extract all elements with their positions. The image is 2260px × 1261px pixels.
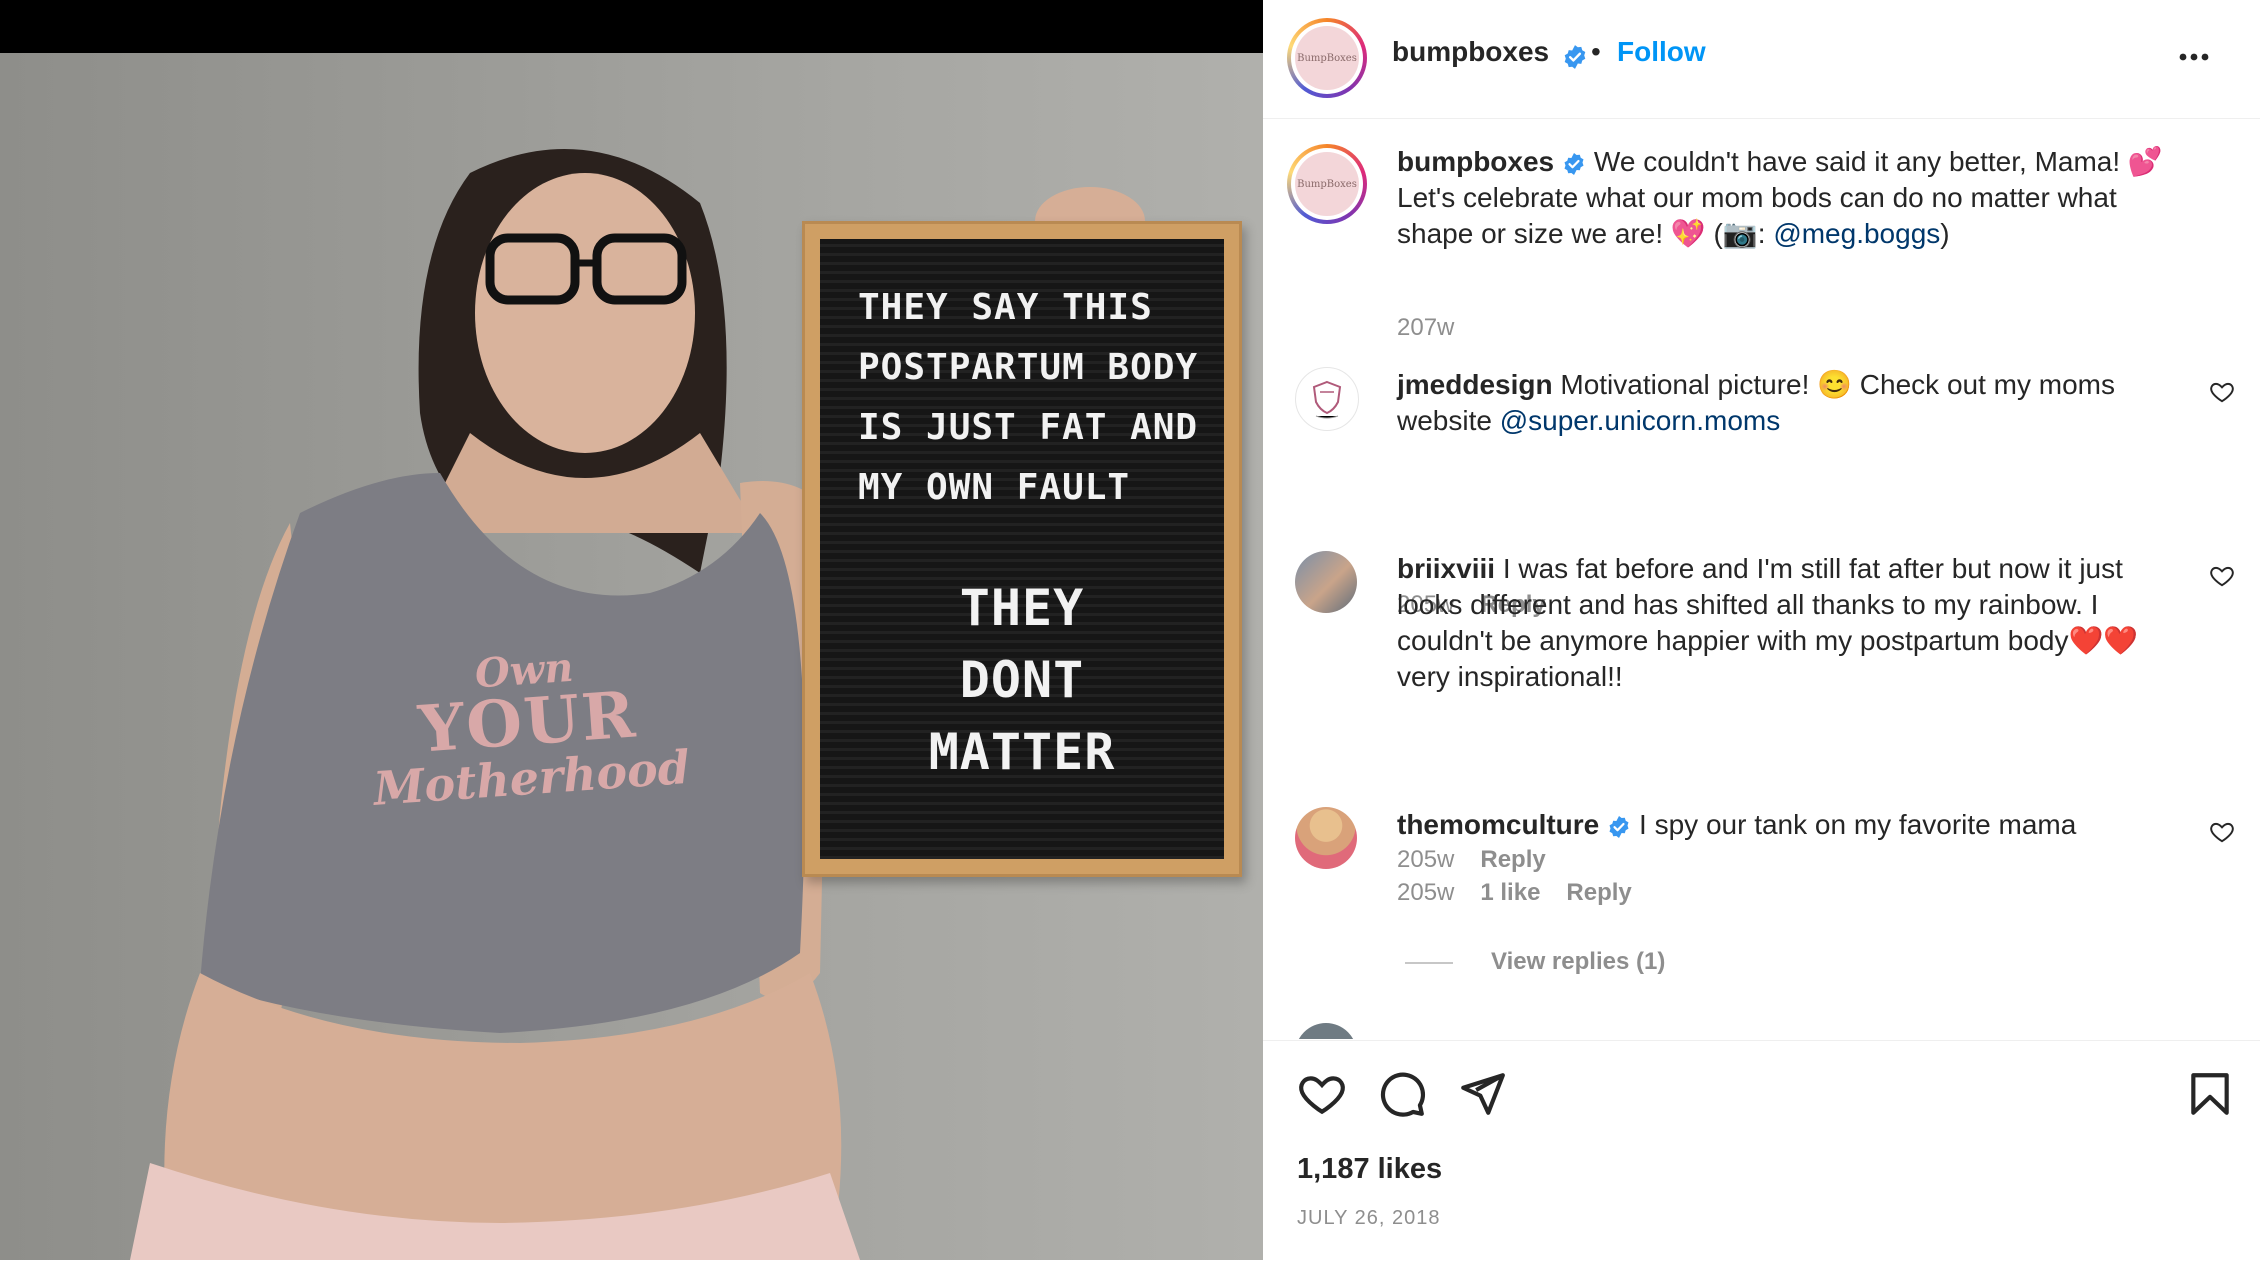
- letterboard-felt: THEY SAY THIS POSTPARTUM BODY IS JUST FA…: [820, 239, 1224, 859]
- commenter-avatar[interactable]: [1295, 551, 1357, 613]
- comment-username[interactable]: briixviii: [1397, 553, 1495, 584]
- view-replies-button[interactable]: View replies (1): [1405, 948, 1665, 976]
- comment-like-heart-icon[interactable]: [2209, 563, 2235, 589]
- comment-item: briixviii I was fat before and I'm still…: [1263, 551, 2260, 751]
- commenter-avatar[interactable]: [1295, 367, 1359, 431]
- comment-item: themomculture I spy our tank on my favor…: [1263, 807, 2260, 927]
- comment-username[interactable]: themomculture: [1397, 809, 1599, 840]
- reply-button[interactable]: Reply: [1566, 879, 1631, 906]
- board-line: MATTER: [928, 723, 1116, 781]
- author-line: bumpboxes: [1392, 36, 1588, 70]
- next-comment-peek: [1295, 1023, 1357, 1039]
- caption-avatar[interactable]: BumpBoxes: [1287, 144, 1367, 224]
- commenter-avatar[interactable]: [1295, 807, 1357, 869]
- comment-like-heart-icon[interactable]: [2209, 379, 2235, 405]
- board-line: MY OWN FAULT: [858, 467, 1131, 508]
- caption: BumpBoxes bumpboxes We couldn't have sai…: [1263, 144, 2260, 344]
- commenter-avatar: [1295, 1023, 1357, 1039]
- more-options-icon[interactable]: [2177, 40, 2211, 74]
- comment-item: jmeddesign Motivational picture! 😊 Check…: [1263, 367, 2260, 527]
- replies-divider: [1405, 961, 1453, 964]
- comment-text: briixviii I was fat before and I'm still…: [1397, 551, 2167, 695]
- comments-list[interactable]: BumpBoxes bumpboxes We couldn't have sai…: [1263, 119, 2260, 1039]
- comment-like-heart-icon[interactable]: [2209, 819, 2235, 845]
- separator-dot: •: [1591, 36, 1601, 67]
- comment-mention[interactable]: @super.unicorn.moms: [1500, 405, 1781, 436]
- board-line: POSTPARTUM BODY: [858, 347, 1199, 388]
- avatar-logo: BumpBoxes: [1295, 152, 1359, 216]
- board-line: THEY SAY THIS: [858, 287, 1153, 328]
- paper-plane-icon[interactable]: [1457, 1069, 1507, 1119]
- caption-text: bumpboxes We couldn't have said it any b…: [1397, 144, 2167, 252]
- caption-username[interactable]: bumpboxes: [1397, 146, 1554, 177]
- author-avatar[interactable]: BumpBoxes: [1287, 18, 1367, 98]
- post-header: BumpBoxes bumpboxes • Follow: [1263, 0, 2260, 119]
- likes-count[interactable]: 1,187 likes: [1297, 1153, 1442, 1186]
- follow-button[interactable]: Follow: [1617, 36, 1706, 68]
- shirt-print: Own YOUR Motherhood: [313, 637, 742, 816]
- caption-body-end: ): [1940, 218, 1950, 249]
- comment-username[interactable]: jmeddesign: [1397, 369, 1553, 400]
- verified-badge-icon: [1564, 44, 1585, 69]
- heart-icon[interactable]: [1297, 1069, 1347, 1119]
- verified-badge-icon: [1564, 152, 1584, 175]
- caption-timestamp[interactable]: 207w: [1397, 314, 1454, 341]
- board-line: THEY: [959, 579, 1085, 637]
- caption-mention[interactable]: @meg.boggs: [1773, 218, 1940, 249]
- letterboard: THEY SAY THIS POSTPARTUM BODY IS JUST FA…: [802, 221, 1242, 877]
- comment-body: I spy our tank on my favorite mama: [1639, 809, 2077, 840]
- comment-meta: 205w 1 like Reply: [1397, 879, 1658, 907]
- post-media[interactable]: Own YOUR Motherhood THEY SAY THIS POSTPA…: [0, 0, 1263, 1260]
- board-line: DONT: [959, 651, 1085, 709]
- bookmark-icon[interactable]: [2185, 1069, 2235, 1119]
- verified-badge-icon: [1609, 815, 1629, 838]
- comment-text: jmeddesign Motivational picture! 😊 Check…: [1397, 367, 2167, 439]
- caption-meta: 207w: [1397, 314, 1480, 342]
- comment-text: themomculture I spy our tank on my favor…: [1397, 807, 2167, 843]
- avatar-logo: BumpBoxes: [1295, 26, 1359, 90]
- comment-body: I was fat before and I'm still fat after…: [1397, 553, 2139, 692]
- post-sidebar: BumpBoxes bumpboxes • Follow BumpBoxes b…: [1263, 0, 2260, 1260]
- post-date[interactable]: JULY 26, 2018: [1297, 1207, 1440, 1230]
- post-actions: 1,187 likes JULY 26, 2018: [1263, 1040, 2260, 1261]
- board-line: IS JUST FAT AND: [858, 407, 1199, 448]
- view-replies-label: View replies (1): [1491, 948, 1666, 975]
- author-username[interactable]: bumpboxes: [1392, 36, 1549, 67]
- comment-bubble-icon[interactable]: [1377, 1069, 1427, 1119]
- comment-likes-count[interactable]: 1 like: [1480, 879, 1540, 906]
- post-photo: Own YOUR Motherhood THEY SAY THIS POSTPA…: [0, 53, 1263, 1260]
- crest-logo-icon: [1312, 380, 1342, 419]
- comment-timestamp[interactable]: 205w: [1397, 879, 1454, 906]
